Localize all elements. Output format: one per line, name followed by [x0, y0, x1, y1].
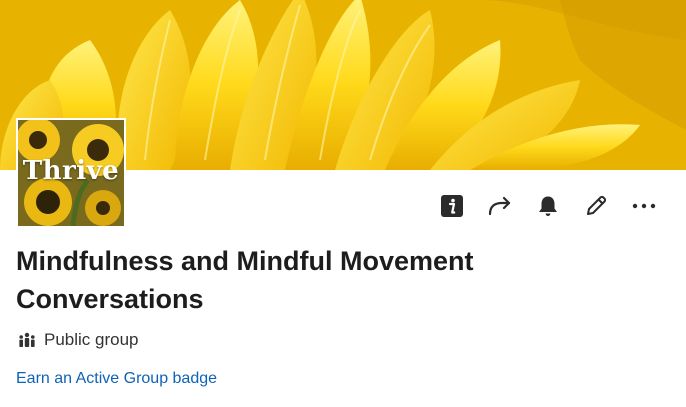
group-actions-toolbar — [436, 190, 660, 222]
info-icon — [441, 195, 463, 217]
edit-button[interactable] — [580, 190, 612, 222]
group-logo[interactable]: Thrive — [16, 118, 126, 228]
ellipsis-icon — [632, 203, 656, 209]
info-button[interactable] — [436, 190, 468, 222]
share-button[interactable] — [484, 190, 516, 222]
active-group-badge-link[interactable]: Earn an Active Group badge — [16, 370, 217, 388]
notifications-button[interactable] — [532, 190, 564, 222]
privacy-label: Public group — [44, 330, 139, 349]
logo-text: Thrive — [22, 156, 120, 186]
group-title: Mindfulness and Mindful Movement Convers… — [16, 246, 474, 314]
pencil-icon — [587, 195, 607, 215]
share-arrow-icon — [488, 196, 511, 216]
people-icon — [19, 332, 35, 347]
bell-icon — [539, 196, 557, 216]
more-button[interactable] — [628, 190, 660, 222]
group-privacy: Public group — [18, 330, 139, 350]
